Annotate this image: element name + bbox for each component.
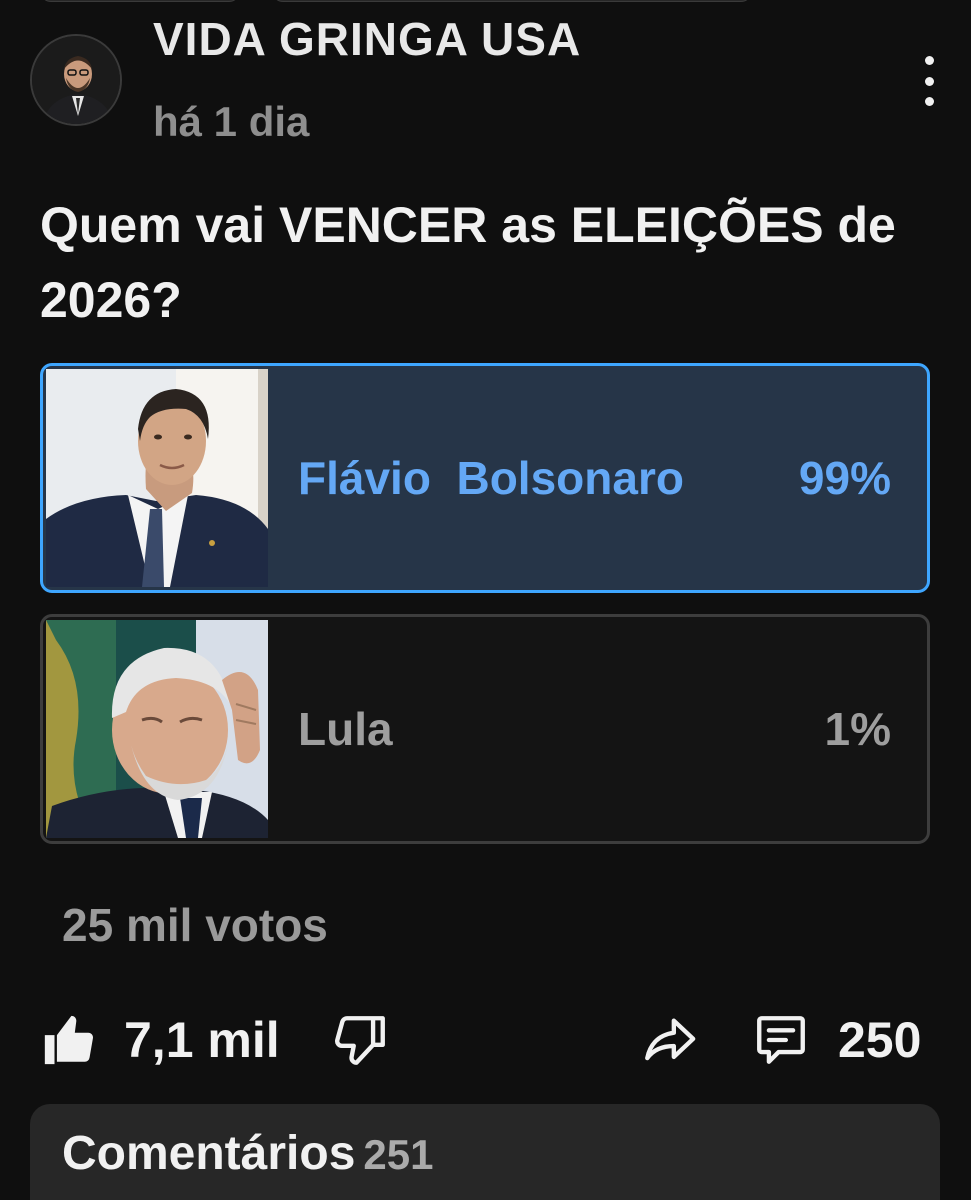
dislike-button[interactable] — [332, 1000, 390, 1080]
like-button[interactable]: 7,1 mil — [40, 1000, 280, 1080]
tab-pill-right[interactable] — [272, 0, 752, 2]
poll-option-2[interactable]: Lula 1% — [40, 614, 930, 844]
poll-option-1[interactable]: Flávio Bolsonaro 99% — [40, 363, 930, 593]
poll-question: Quem vai VENCER as ELEIÇÕES de 2026? — [40, 197, 896, 328]
comment-count: 250 — [838, 1012, 922, 1068]
comments-total: 251 — [363, 1131, 434, 1178]
vote-count: 25 mil votos — [62, 899, 328, 951]
comment-icon — [757, 1016, 805, 1064]
comments-panel[interactable]: Comentários 251 — [30, 1104, 940, 1200]
avatar[interactable] — [30, 34, 122, 126]
poll-option-percent: 1% — [824, 703, 891, 755]
share-button[interactable] — [638, 1000, 700, 1080]
thumbs-up-icon — [44, 1015, 93, 1065]
share-icon — [645, 1018, 696, 1061]
poll-option-percent: 99% — [798, 452, 891, 504]
tab-pill-left[interactable] — [40, 0, 240, 2]
channel-name[interactable]: VIDA GRINGA USA — [153, 12, 581, 66]
post-header: VIDA GRINGA USA há 1 dia — [30, 13, 941, 160]
comments-title: Comentários — [62, 1127, 356, 1180]
avatar-person-icon — [32, 36, 120, 124]
comments-button[interactable]: 250 — [750, 1000, 921, 1080]
thumbs-down-icon — [335, 1016, 385, 1065]
more-options-icon[interactable] — [917, 56, 941, 106]
action-bar: 7,1 mil 250 — [40, 1000, 931, 1080]
person-suit-photo — [46, 369, 268, 587]
person-gray-hair-photo — [46, 620, 268, 838]
post-timestamp: há 1 dia — [153, 98, 310, 145]
poll-option-label: Lula — [298, 703, 393, 755]
like-count: 7,1 mil — [124, 1012, 280, 1068]
community-post: VIDA GRINGA USA há 1 dia Quem vai VENCER… — [0, 0, 971, 1200]
poll-option-label: Flávio Bolsonaro — [298, 452, 684, 504]
